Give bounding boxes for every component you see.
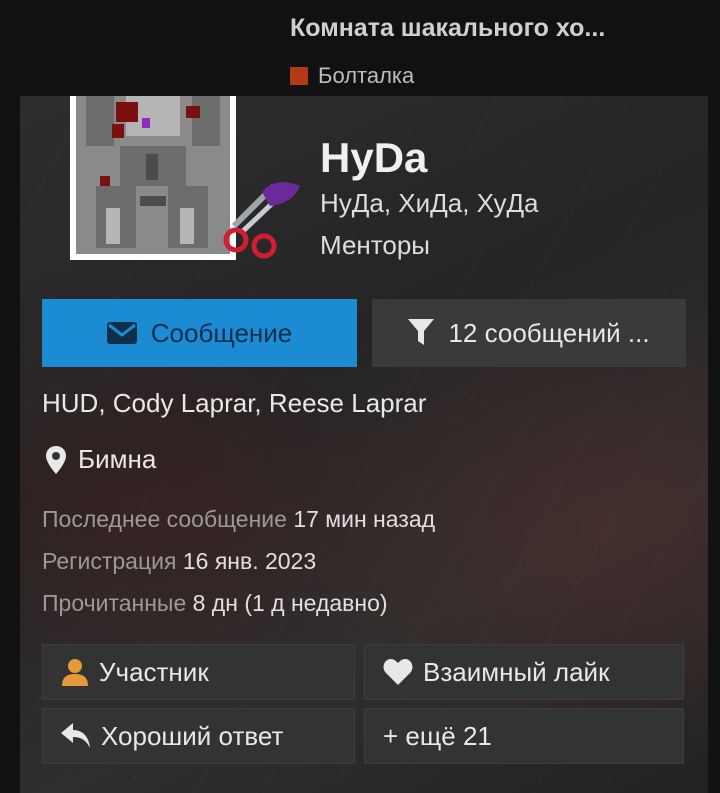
reply-icon: [61, 723, 90, 748]
send-message-label: Сообщение: [150, 317, 293, 348]
heart-icon: [383, 659, 413, 685]
read-stat: Прочитанные 8 дн (1 д недавно): [42, 590, 388, 617]
find-posts-button[interactable]: 12 сообщений ...: [372, 299, 686, 367]
user-icon: [62, 659, 88, 686]
forum-color-square: [290, 67, 308, 85]
member-tooltip: HyDa НуДа, ХиДа, ХуДа Менторы Сообщение …: [20, 96, 708, 793]
map-marker-icon: [46, 445, 66, 474]
forum-name: Болталка: [318, 63, 415, 88]
thread-forum[interactable]: Болталка: [290, 63, 414, 89]
background-thread-row[interactable]: Комната шакального хо... Болталка: [0, 0, 720, 108]
trophy-label: Взаимный лайк: [423, 656, 610, 687]
trophy-label: Участник: [99, 656, 209, 687]
more-trophies-button[interactable]: + ещё 21: [364, 708, 684, 764]
user-group: Менторы: [320, 230, 430, 260]
find-posts-label: 12 сообщений ...: [448, 317, 650, 348]
trophy-good-answer[interactable]: Хороший ответ: [42, 708, 355, 764]
member-aliases: HUD, Cody Laprar, Reese Laprar: [42, 388, 427, 418]
filter-icon: [408, 319, 435, 345]
envelope-icon: [106, 322, 137, 344]
location-name: Бимна: [78, 444, 157, 474]
user-title: НуДа, ХиДа, ХуДа: [320, 188, 539, 218]
stat-label: Последнее сообщение: [42, 506, 287, 532]
registered-stat: Регистрация 16 янв. 2023: [42, 548, 316, 575]
avatar[interactable]: [56, 96, 300, 274]
stat-label: Прочитанные: [42, 590, 187, 616]
thread-title[interactable]: Комната шакального хо...: [290, 14, 605, 43]
member-location[interactable]: Бимна: [46, 444, 156, 475]
trophy-mutual-like[interactable]: Взаимный лайк: [364, 644, 684, 700]
stat-value: 8 дн (1 д недавно): [192, 590, 388, 616]
send-message-button[interactable]: Сообщение: [42, 299, 357, 367]
trophy-label: + ещё 21: [383, 720, 492, 751]
stat-value: 16 янв. 2023: [182, 548, 317, 574]
trophy-member[interactable]: Участник: [42, 644, 355, 700]
trophy-label: Хороший ответ: [101, 720, 284, 751]
last-message-stat: Последнее сообщение 17 мин назад: [42, 506, 435, 533]
stat-label: Регистрация: [42, 548, 177, 574]
stat-value: 17 мин назад: [293, 506, 436, 532]
username[interactable]: HyDa: [320, 134, 427, 182]
